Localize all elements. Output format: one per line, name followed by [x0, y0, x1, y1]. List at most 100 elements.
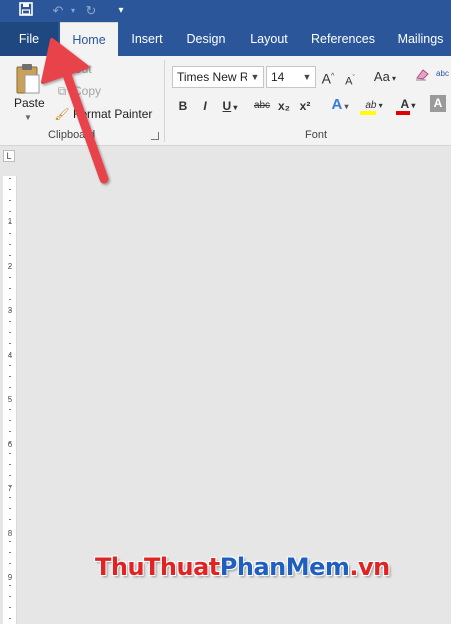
character-shading-button[interactable]: A — [430, 95, 446, 112]
superscript-button[interactable]: x² — [296, 96, 314, 116]
tab-references[interactable]: References — [305, 22, 381, 56]
ruler-tick — [9, 332, 11, 333]
ruler-tick — [9, 585, 11, 586]
group-divider — [164, 60, 165, 142]
paste-icon[interactable] — [15, 63, 41, 95]
ruler-tick — [9, 299, 11, 300]
ruler-tick — [9, 354, 11, 355]
ruler-tick — [9, 563, 11, 564]
ruler-tick — [9, 387, 11, 388]
ruler-tick — [9, 211, 11, 212]
ruler-tick — [9, 574, 11, 575]
chevron-down-icon[interactable]: ▼ — [299, 67, 315, 87]
text-effects-button[interactable]: A ▾ — [327, 95, 353, 115]
ruler-tick — [9, 475, 11, 476]
underline-button[interactable]: U ▾ — [218, 96, 242, 116]
shrink-font-label: A — [345, 75, 353, 88]
tab-home[interactable]: Home — [60, 22, 118, 56]
scissors-icon: ✂ — [56, 62, 68, 76]
undo-dropdown-icon[interactable]: ▾ — [64, 2, 82, 20]
underline-label: U — [222, 99, 232, 113]
tab-selector[interactable]: L — [3, 150, 15, 162]
clear-formatting-icon[interactable] — [413, 67, 431, 87]
ruler-tick — [9, 420, 11, 421]
ruler-tick — [9, 596, 11, 597]
ruler-tick — [9, 409, 11, 410]
copy-button[interactable]: ⧉ Copy — [54, 81, 101, 101]
change-case-button[interactable]: Aa ▾ — [370, 67, 400, 87]
paste-dropdown-icon[interactable]: ▼ — [24, 113, 32, 122]
watermark-part3: .vn — [349, 553, 390, 581]
font-name-box[interactable]: Times New R ▼ — [172, 66, 264, 88]
font-size-box[interactable]: 14 ▼ — [266, 66, 316, 88]
italic-button[interactable]: I — [197, 96, 213, 116]
ruler-tick — [9, 453, 11, 454]
ruler-tick — [9, 233, 11, 234]
ruler-tick — [9, 189, 11, 190]
tab-mailings[interactable]: Mailings — [390, 22, 451, 56]
watermark-logo: ThuThuatPhanMem.vn — [95, 553, 390, 581]
highlight-label: ab — [365, 100, 377, 111]
ruler-tick — [9, 464, 11, 465]
ruler-tick — [9, 607, 11, 608]
ruler-tick — [9, 244, 11, 245]
font-color-bar — [396, 111, 410, 115]
strikethrough-button[interactable]: abc — [251, 96, 273, 116]
ruler-tick — [9, 365, 11, 366]
quick-access-toolbar: ↶ ▾ ↻ ▾ — [0, 0, 451, 22]
ruler-tick — [9, 343, 11, 344]
ruler-tick — [9, 541, 11, 542]
paintbrush-icon: 🖌 — [54, 107, 70, 121]
ribbon-tabs: File Home Insert Design Layout Reference… — [0, 22, 451, 56]
copy-label: Copy — [73, 84, 102, 98]
cut-label: Cut — [73, 62, 92, 76]
subscript-button[interactable]: x₂ — [275, 96, 293, 116]
ribbon: Paste ▼ ✂ Cut ⧉ Copy 🖌 Format Painter Clipb… — [0, 56, 451, 146]
bold-button[interactable]: B — [175, 96, 191, 116]
highlight-button[interactable]: ab ▾ — [358, 94, 390, 115]
ruler-tick — [9, 288, 11, 289]
ruler-tick — [9, 618, 11, 619]
save-icon[interactable] — [17, 2, 35, 20]
font-group-label: Font — [305, 129, 328, 141]
ruler-tick — [9, 255, 11, 256]
ruler-number: 4 — [7, 350, 13, 360]
ruler-tick — [9, 277, 11, 278]
ruler-tick — [9, 431, 11, 432]
highlight-color-bar — [360, 111, 376, 115]
clipboard-group-label: Clipboard — [48, 129, 96, 141]
ruler-tick — [9, 519, 11, 520]
ruler-tick — [9, 398, 11, 399]
cut-button[interactable]: ✂ Cut — [54, 59, 92, 79]
shrink-font-button[interactable]: Aˇ — [342, 69, 358, 89]
ruler-tick — [9, 310, 11, 311]
tab-layout[interactable]: Layout — [243, 22, 295, 56]
chevron-down-icon[interactable]: ▼ — [247, 67, 263, 87]
ruler-tick — [9, 530, 11, 531]
phonetic-guide-button[interactable]: abc — [434, 64, 451, 84]
ruler-tick — [9, 552, 11, 553]
ruler-number: 5 — [7, 395, 13, 404]
grow-font-button[interactable]: A^ — [320, 67, 336, 87]
ruler-tick — [9, 508, 11, 509]
ruler-tick — [9, 497, 11, 498]
tab-design[interactable]: Design — [180, 22, 232, 56]
clipboard-launcher-icon[interactable] — [151, 132, 159, 140]
ruler-tick — [9, 266, 11, 267]
phonetic-guide-label: abc — [436, 69, 449, 78]
vertical-ruler: 123456789 — [3, 176, 17, 624]
ruler-number: 6 — [7, 439, 13, 449]
font-color-button[interactable]: A ▾ — [395, 94, 421, 115]
ruler-tick — [9, 442, 11, 443]
redo-icon[interactable]: ↻ — [82, 2, 100, 20]
customize-qat-icon[interactable]: ▾ — [112, 2, 130, 20]
tab-insert[interactable]: Insert — [122, 22, 172, 56]
ruler-tick — [9, 222, 11, 223]
tab-file[interactable]: File — [0, 22, 58, 56]
font-color-label: A — [400, 97, 410, 111]
font-name-value: Times New R — [177, 70, 249, 84]
grow-font-label: A — [321, 70, 332, 87]
format-painter-button[interactable]: 🖌 Format Painter — [54, 104, 152, 124]
copy-icon: ⧉ — [57, 84, 67, 98]
paste-button[interactable]: Paste — [14, 96, 45, 110]
